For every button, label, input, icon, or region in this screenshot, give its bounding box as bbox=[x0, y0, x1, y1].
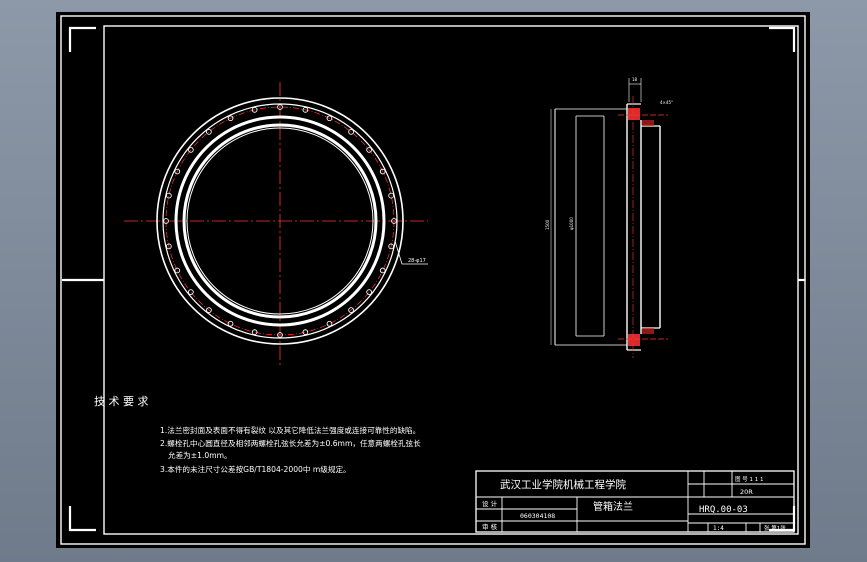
scale: 1:4 bbox=[713, 525, 724, 532]
designer-label: 设 计 bbox=[482, 499, 498, 508]
bolt-hole bbox=[379, 267, 386, 274]
bolt-hole bbox=[366, 289, 372, 295]
bolt-hole bbox=[326, 320, 333, 327]
school-name: 武汉工业学院机械工程学院 bbox=[500, 478, 626, 491]
side-angle-dim: 4×45° bbox=[660, 100, 673, 105]
front-view: 28-φ17 bbox=[124, 82, 428, 368]
sheet-info: 张 第1张 bbox=[764, 524, 786, 532]
drawing-no: HRQ.00-03 bbox=[699, 505, 748, 515]
bolt-hole bbox=[174, 267, 181, 274]
side-top-dim: 18 bbox=[632, 77, 638, 82]
reviewer-label: 审 核 bbox=[482, 522, 498, 531]
material: 20R bbox=[740, 488, 753, 496]
tech-req-item-3: 允差为±1.0mm。 bbox=[168, 450, 232, 460]
bolt-hole bbox=[251, 329, 258, 335]
bolt-hole bbox=[388, 192, 394, 199]
bolt-hole bbox=[188, 289, 194, 295]
tech-req-item-1: 1.法兰密封面及表面不得有裂纹 以及其它降低法兰强度或连接可靠性的缺陷。 bbox=[160, 425, 420, 435]
bolt-hole bbox=[166, 192, 172, 199]
part-name: 管箱法兰 bbox=[593, 500, 633, 513]
side-inner-dim: φ1000 bbox=[569, 217, 574, 230]
tech-requirements: 技 术 要 求 1.法兰密封面及表面不得有裂纹 以及其它降低法兰强度或连接可靠性… bbox=[94, 395, 421, 474]
top-right-label: 图 号 1 1 1 bbox=[735, 475, 764, 483]
tech-req-title: 技 术 要 求 bbox=[94, 395, 149, 408]
side-view-labels: 18 4×45° 1500 φ1000 bbox=[545, 77, 673, 230]
drawing-canvas: 28-φ17 18 4×45° 1500 φ1000 技 术 要 求 1.法兰密… bbox=[56, 12, 810, 548]
tech-req-item-2: 2.螺栓孔中心圆直径及相邻两螺栓孔弦长允差为±0.6mm，任意两螺栓孔弦长 bbox=[160, 438, 421, 448]
bolt-hole bbox=[302, 329, 309, 335]
side-height-dim: 1500 bbox=[545, 219, 550, 230]
bolt-hole bbox=[227, 320, 234, 327]
tech-req-item-4: 3.本件的未注尺寸公差按GB/T1804-2000中 m级规定。 bbox=[160, 464, 351, 474]
student-id: 060304108 bbox=[520, 512, 555, 520]
hole-callout: 28-φ17 bbox=[408, 258, 426, 264]
